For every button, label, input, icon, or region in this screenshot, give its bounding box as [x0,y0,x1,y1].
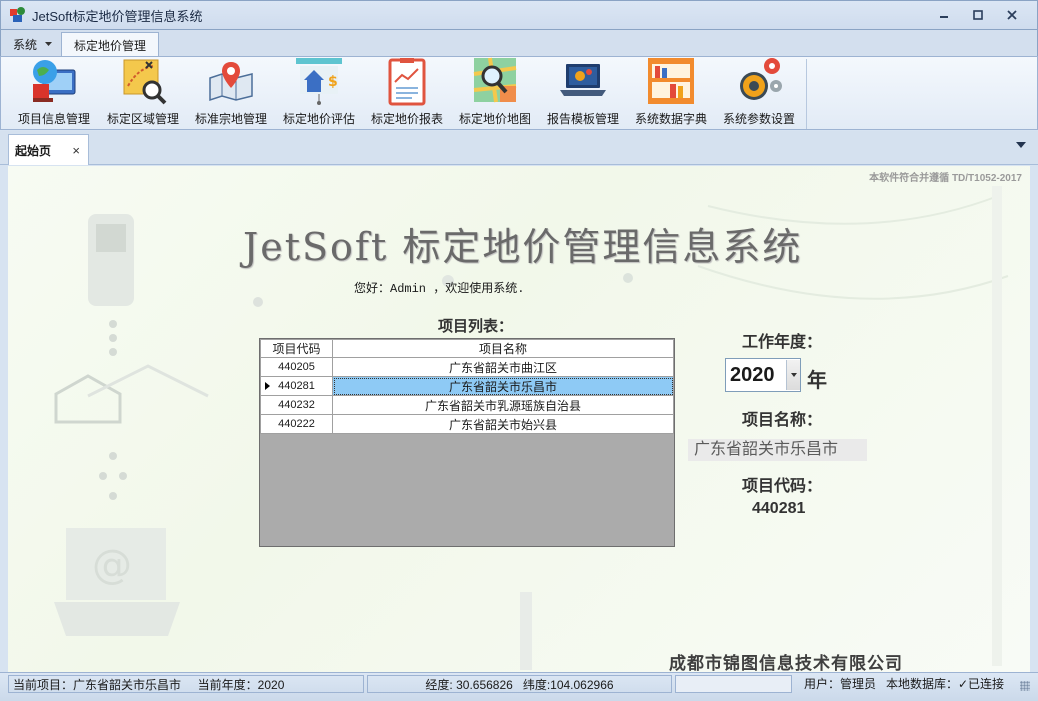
gears-icon [734,56,784,106]
svg-text:$: $ [328,74,338,90]
price-report-button[interactable]: 标定地价报表 [363,56,451,129]
project-info-button[interactable]: 项目信息管理 [9,59,99,129]
tab-start-page[interactable]: 起始页 × [8,134,89,165]
close-icon [1007,10,1017,20]
status-coordinates: 经度: 30.656826 纬度:104.062966 [367,675,672,693]
dropdown-arrow-icon[interactable] [786,360,800,390]
price-map-button[interactable]: 标定地价地图 [451,56,539,129]
cell-name: 广东省韶关市始兴县 [332,414,674,434]
status-current-project: 当前项目：广东省韶关市乐昌市 当前年度：2020 [8,675,364,693]
work-year-select[interactable]: 2020 [725,358,801,392]
zone-management-button[interactable]: 标定区域管理 [99,59,187,129]
cell-code: 440281 [260,376,333,396]
status-bar: 当前项目：广东省韶关市乐昌市 当前年度：2020 经度: 30.656826 纬… [0,672,1038,701]
report-template-button[interactable]: 报告模板管理 [539,59,627,129]
button-label: 标定区域管理 [106,112,179,126]
system-menu-label: 系统 [13,37,38,52]
work-year-label: 工作年度： [742,334,823,351]
table-row-selected[interactable]: 440281 广东省韶关市乐昌市 [260,376,674,396]
app-banner-title: JetSoft 标定地价管理信息系统 [243,225,803,269]
map-search-icon [118,56,168,106]
app-logo-icon [10,7,26,23]
row-selector-icon [265,382,270,390]
button-label: 标定地价报表 [370,112,443,126]
table-row[interactable]: 440232 广东省韶关市乳源瑶族自治县 [260,395,674,415]
cell-name: 广东省韶关市乐昌市 [332,376,674,396]
table-row[interactable]: 440222 广东省韶关市始兴县 [260,414,674,434]
system-menu[interactable]: 系统 [7,34,58,54]
close-button[interactable] [995,4,1029,26]
tab-price-management[interactable]: 标定地价管理 [61,32,159,57]
cell-name: 广东省韶关市乳源瑶族自治县 [332,395,674,415]
project-table: 项目代码 项目名称 440205 广东省韶关市曲江区 440281 广东省韶关市… [259,338,675,547]
standard-parcel-button[interactable]: 标准宗地管理 [187,59,275,129]
ribbon-tab-row: 系统 标定地价管理 [0,30,1038,57]
year-unit: 年 [807,370,827,392]
tab-list-dropdown-icon[interactable] [1016,142,1026,148]
column-header-name[interactable]: 项目名称 [332,339,674,358]
maximize-button[interactable] [961,4,995,26]
minimize-icon [940,16,948,18]
ribbon: 项目信息管理 标定区域管理 标准宗地管理 $ 标定地价评估 标定地价报表 标定地… [0,56,1038,130]
company-name: 成都市锦图信息技术有限公司 [669,654,903,672]
start-page: @ 本软件符合并遵循 TD/T1052-2017 JetSoft 标定地价管理信… [8,166,1030,672]
maximize-icon [973,10,983,20]
document-tab-strip: 起始页 × [0,131,1038,165]
map-pin-icon [206,56,256,106]
button-label: 项目信息管理 [17,112,90,126]
bookshelf-icon [646,56,696,106]
close-tab-icon[interactable]: × [72,143,80,158]
project-code-value: 440281 [752,500,806,517]
tab-label: 标定地价管理 [73,38,146,53]
price-evaluation-button[interactable]: $ 标定地价评估 [275,56,363,129]
welcome-message: 您好：Admin ，欢迎使用系统. [354,282,525,296]
work-year-value: 2020 [730,363,775,386]
window-title: JetSoft标定地价管理信息系统 [32,8,203,24]
resize-grip-icon[interactable] [1020,681,1030,691]
title-bar: JetSoft标定地价管理信息系统 [0,0,1038,30]
laptop-gear-icon [558,56,608,106]
project-list-title: 项目列表： [438,318,514,335]
cell-code: 440222 [260,414,333,434]
clipboard-chart-icon [382,56,432,106]
svg-text:@: @ [92,542,132,588]
house-dollar-icon: $ [294,56,344,106]
data-dictionary-button[interactable]: 系统数据字典 [627,56,715,129]
button-label: 标定地价地图 [458,112,531,126]
tab-label: 起始页 [15,143,52,158]
ribbon-group: 项目信息管理 标定区域管理 标准宗地管理 $ 标定地价评估 标定地价报表 标定地… [9,56,807,129]
project-name-label: 项目名称： [742,412,823,429]
button-label: 系统参数设置 [722,112,795,126]
cell-code: 440232 [260,395,333,415]
button-label: 报告模板管理 [546,112,619,126]
button-label: 标定地价评估 [282,112,355,126]
project-name-field: 广东省韶关市乐昌市 [688,439,867,461]
status-user-db: 用户：管理员 本地数据库：✓已连接 [804,677,1005,691]
cell-code: 440205 [260,357,333,377]
table-row[interactable]: 440205 广东省韶关市曲江区 [260,357,674,377]
cell-code-text: 440281 [278,380,315,392]
button-label: 系统数据字典 [634,112,707,126]
minimize-button[interactable] [927,4,961,26]
standard-note: 本软件符合并遵循 TD/T1052-2017 [869,173,1022,184]
system-settings-button[interactable]: 系统参数设置 [715,56,803,129]
status-progress [675,675,792,693]
chevron-down-icon [45,41,53,46]
button-label: 标准宗地管理 [194,112,267,126]
project-code-label: 项目代码： [742,478,823,495]
map-magnifier-icon [470,56,520,106]
cell-name: 广东省韶关市曲江区 [332,357,674,377]
column-header-code[interactable]: 项目代码 [260,339,333,358]
globe-computer-icon [29,56,79,106]
